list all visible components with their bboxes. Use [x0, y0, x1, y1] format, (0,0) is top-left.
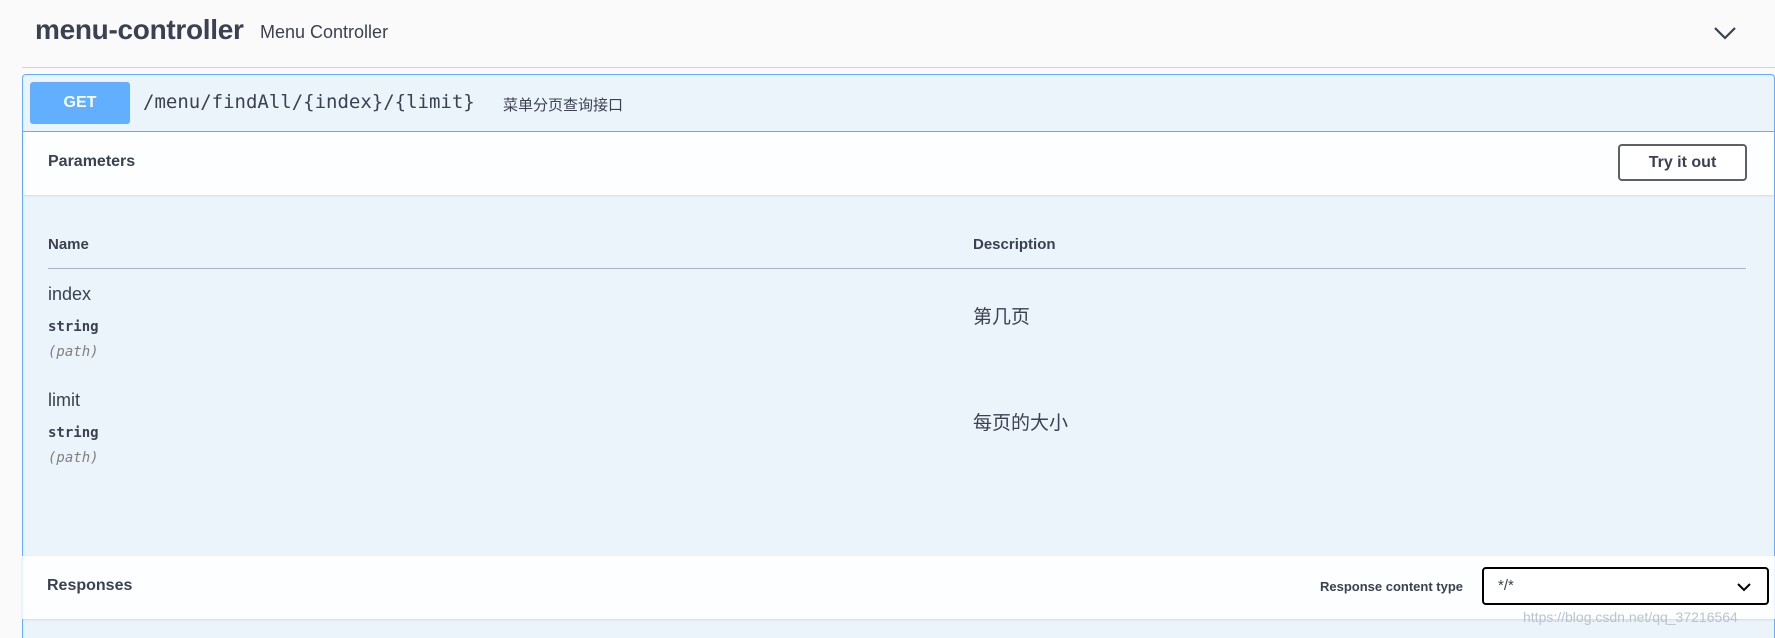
- watermark: https://blog.csdn.net/qq_37216564: [1523, 609, 1738, 625]
- endpoint-path: /menu/findAll/{index}/{limit}: [143, 91, 475, 113]
- param-in-index: (path): [48, 344, 99, 360]
- method-badge: GET: [30, 82, 130, 124]
- responses-header: Responses Response content type */*: [22, 556, 1775, 619]
- parameters-header: Parameters Try it out: [23, 132, 1774, 195]
- param-description-limit: 每页的大小: [973, 413, 1069, 434]
- responses-title: Responses: [47, 577, 133, 594]
- try-it-out-button[interactable]: Try it out: [1618, 144, 1747, 181]
- chevron-down-icon: [1737, 583, 1751, 592]
- response-content-type-value: */*: [1498, 577, 1514, 594]
- param-name-index: index: [48, 284, 92, 304]
- tag-header[interactable]: menu-controller Menu Controller: [22, 0, 1775, 68]
- param-type-index: string: [48, 319, 99, 335]
- param-name-limit: limit: [48, 390, 80, 410]
- tag-name: menu-controller: [35, 14, 244, 45]
- operation-block: GET /menu/findAll/{index}/{limit} 菜单分页查询…: [22, 74, 1775, 638]
- response-content-type-select[interactable]: */*: [1482, 567, 1769, 605]
- param-type-limit: string: [48, 425, 99, 441]
- param-description-index: 第几页: [973, 307, 1031, 328]
- response-content-type-label: Response content type: [1320, 579, 1464, 594]
- operation-summary[interactable]: GET /menu/findAll/{index}/{limit} 菜单分页查询…: [23, 75, 1774, 132]
- parameters-title: Parameters: [48, 153, 136, 170]
- tag-description: Menu Controller: [260, 22, 389, 42]
- param-in-limit: (path): [48, 450, 99, 466]
- operation-summary-text: 菜单分页查询接口: [503, 97, 624, 114]
- column-header-description: Description: [973, 236, 1056, 253]
- column-header-name: Name: [48, 236, 89, 253]
- header-divider: [48, 268, 1746, 269]
- chevron-down-icon[interactable]: [1712, 20, 1738, 46]
